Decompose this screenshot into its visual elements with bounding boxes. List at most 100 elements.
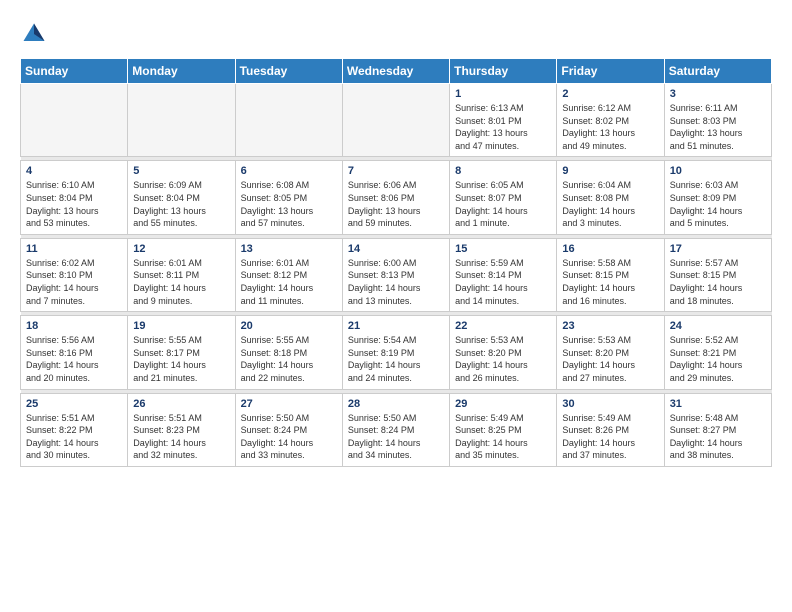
weekday-header: Thursday <box>450 59 557 84</box>
day-number: 6 <box>241 165 337 177</box>
day-info: Sunrise: 6:00 AM Sunset: 8:13 PM Dayligh… <box>348 257 444 307</box>
day-number: 8 <box>455 165 551 177</box>
day-number: 21 <box>348 320 444 332</box>
day-number: 13 <box>241 243 337 255</box>
calendar-cell: 27Sunrise: 5:50 AM Sunset: 8:24 PM Dayli… <box>235 393 342 466</box>
day-info: Sunrise: 5:53 AM Sunset: 8:20 PM Dayligh… <box>562 334 658 384</box>
calendar-cell: 9 Sunrise: 6:04 AM Sunset: 8:08 PM Daylig… <box>557 161 664 234</box>
calendar-cell: 25 Sunrise: 5:51 AM Sunset: 8:22 PM Dayli… <box>21 393 128 466</box>
day-number: 22 <box>455 320 551 332</box>
calendar-week-row: 11 Sunrise: 6:02 AM Sunset: 8:10 PM Dayli… <box>21 238 772 311</box>
calendar-cell: 13 Sunrise: 6:01 AM Sunset: 8:12 PM Dayli… <box>235 238 342 311</box>
calendar-cell <box>128 84 235 157</box>
day-number: 30 <box>562 398 658 410</box>
calendar-cell: 30Sunrise: 5:49 AM Sunset: 8:26 PM Dayli… <box>557 393 664 466</box>
day-number: 4 <box>26 165 122 177</box>
calendar-cell: 16 Sunrise: 5:58 AM Sunset: 8:15 PM Dayli… <box>557 238 664 311</box>
calendar-cell: 8 Sunrise: 6:05 AM Sunset: 8:07 PM Daylig… <box>450 161 557 234</box>
day-info: Sunrise: 5:56 AM Sunset: 8:16 PM Dayligh… <box>26 334 122 384</box>
calendar-cell: 2 Sunrise: 6:12 AM Sunset: 8:02 PM Daylig… <box>557 84 664 157</box>
day-number: 2 <box>562 88 658 100</box>
day-number: 28 <box>348 398 444 410</box>
day-info: Sunrise: 6:13 AM Sunset: 8:01 PM Dayligh… <box>455 102 551 152</box>
calendar-cell: 20 Sunrise: 5:55 AM Sunset: 8:18 PM Dayli… <box>235 316 342 389</box>
day-number: 14 <box>348 243 444 255</box>
calendar-cell: 5Sunrise: 6:09 AM Sunset: 8:04 PM Daylig… <box>128 161 235 234</box>
day-info: Sunrise: 5:57 AM Sunset: 8:15 PM Dayligh… <box>670 257 766 307</box>
calendar-week-row: 25 Sunrise: 5:51 AM Sunset: 8:22 PM Dayli… <box>21 393 772 466</box>
day-number: 11 <box>26 243 122 255</box>
day-number: 9 <box>562 165 658 177</box>
day-info: Sunrise: 5:55 AM Sunset: 8:17 PM Dayligh… <box>133 334 229 384</box>
weekday-header: Sunday <box>21 59 128 84</box>
calendar-cell: 17 Sunrise: 5:57 AM Sunset: 8:15 PM Dayli… <box>664 238 771 311</box>
calendar-cell <box>342 84 449 157</box>
day-number: 17 <box>670 243 766 255</box>
day-info: Sunrise: 6:02 AM Sunset: 8:10 PM Dayligh… <box>26 257 122 307</box>
day-info: Sunrise: 5:54 AM Sunset: 8:19 PM Dayligh… <box>348 334 444 384</box>
header <box>20 20 772 48</box>
day-info: Sunrise: 5:51 AM Sunset: 8:22 PM Dayligh… <box>26 412 122 462</box>
calendar-cell: 15 Sunrise: 5:59 AM Sunset: 8:14 PM Dayli… <box>450 238 557 311</box>
day-number: 27 <box>241 398 337 410</box>
day-number: 25 <box>26 398 122 410</box>
day-info: Sunrise: 6:08 AM Sunset: 8:05 PM Dayligh… <box>241 179 337 229</box>
weekday-header: Wednesday <box>342 59 449 84</box>
day-info: Sunrise: 5:59 AM Sunset: 8:14 PM Dayligh… <box>455 257 551 307</box>
day-number: 18 <box>26 320 122 332</box>
calendar-cell: 22 Sunrise: 5:53 AM Sunset: 8:20 PM Dayli… <box>450 316 557 389</box>
day-number: 1 <box>455 88 551 100</box>
calendar-cell: 7 Sunrise: 6:06 AM Sunset: 8:06 PM Daylig… <box>342 161 449 234</box>
day-number: 15 <box>455 243 551 255</box>
logo <box>20 20 54 48</box>
day-number: 12 <box>133 243 229 255</box>
day-info: Sunrise: 6:01 AM Sunset: 8:12 PM Dayligh… <box>241 257 337 307</box>
day-info: Sunrise: 6:05 AM Sunset: 8:07 PM Dayligh… <box>455 179 551 229</box>
day-number: 29 <box>455 398 551 410</box>
day-info: Sunrise: 5:51 AM Sunset: 8:23 PM Dayligh… <box>133 412 229 462</box>
page: SundayMondayTuesdayWednesdayThursdayFrid… <box>0 0 792 612</box>
calendar-week-row: 18 Sunrise: 5:56 AM Sunset: 8:16 PM Dayli… <box>21 316 772 389</box>
weekday-header: Tuesday <box>235 59 342 84</box>
day-info: Sunrise: 6:04 AM Sunset: 8:08 PM Dayligh… <box>562 179 658 229</box>
day-number: 19 <box>133 320 229 332</box>
day-info: Sunrise: 5:48 AM Sunset: 8:27 PM Dayligh… <box>670 412 766 462</box>
day-info: Sunrise: 5:53 AM Sunset: 8:20 PM Dayligh… <box>455 334 551 384</box>
calendar-cell: 26 Sunrise: 5:51 AM Sunset: 8:23 PM Dayli… <box>128 393 235 466</box>
calendar-cell: 12 Sunrise: 6:01 AM Sunset: 8:11 PM Dayli… <box>128 238 235 311</box>
calendar-cell <box>235 84 342 157</box>
calendar-cell: 31 Sunrise: 5:48 AM Sunset: 8:27 PM Dayli… <box>664 393 771 466</box>
day-number: 23 <box>562 320 658 332</box>
day-info: Sunrise: 5:55 AM Sunset: 8:18 PM Dayligh… <box>241 334 337 384</box>
day-number: 20 <box>241 320 337 332</box>
weekday-header: Saturday <box>664 59 771 84</box>
day-number: 7 <box>348 165 444 177</box>
calendar-cell: 11 Sunrise: 6:02 AM Sunset: 8:10 PM Dayli… <box>21 238 128 311</box>
day-info: Sunrise: 6:12 AM Sunset: 8:02 PM Dayligh… <box>562 102 658 152</box>
calendar-week-row: 4 Sunrise: 6:10 AM Sunset: 8:04 PM Daylig… <box>21 161 772 234</box>
calendar-week-row: 1 Sunrise: 6:13 AM Sunset: 8:01 PM Daylig… <box>21 84 772 157</box>
calendar-cell: 21 Sunrise: 5:54 AM Sunset: 8:19 PM Dayli… <box>342 316 449 389</box>
day-info: Sunrise: 6:03 AM Sunset: 8:09 PM Dayligh… <box>670 179 766 229</box>
day-number: 31 <box>670 398 766 410</box>
day-number: 26 <box>133 398 229 410</box>
day-info: Sunrise: 5:58 AM Sunset: 8:15 PM Dayligh… <box>562 257 658 307</box>
day-number: 10 <box>670 165 766 177</box>
day-info: Sunrise: 6:11 AM Sunset: 8:03 PM Dayligh… <box>670 102 766 152</box>
day-info: Sunrise: 6:06 AM Sunset: 8:06 PM Dayligh… <box>348 179 444 229</box>
calendar-cell: 3Sunrise: 6:11 AM Sunset: 8:03 PM Daylig… <box>664 84 771 157</box>
calendar-cell: 4 Sunrise: 6:10 AM Sunset: 8:04 PM Daylig… <box>21 161 128 234</box>
day-info: Sunrise: 6:10 AM Sunset: 8:04 PM Dayligh… <box>26 179 122 229</box>
day-info: Sunrise: 5:50 AM Sunset: 8:24 PM Dayligh… <box>348 412 444 462</box>
calendar-cell: 23 Sunrise: 5:53 AM Sunset: 8:20 PM Dayli… <box>557 316 664 389</box>
day-info: Sunrise: 5:52 AM Sunset: 8:21 PM Dayligh… <box>670 334 766 384</box>
day-number: 24 <box>670 320 766 332</box>
day-info: Sunrise: 6:01 AM Sunset: 8:11 PM Dayligh… <box>133 257 229 307</box>
calendar-cell: 10 Sunrise: 6:03 AM Sunset: 8:09 PM Dayli… <box>664 161 771 234</box>
calendar-cell <box>21 84 128 157</box>
calendar-cell: 6 Sunrise: 6:08 AM Sunset: 8:05 PM Daylig… <box>235 161 342 234</box>
calendar-cell: 1 Sunrise: 6:13 AM Sunset: 8:01 PM Daylig… <box>450 84 557 157</box>
day-number: 16 <box>562 243 658 255</box>
calendar: SundayMondayTuesdayWednesdayThursdayFrid… <box>20 58 772 467</box>
calendar-cell: 18 Sunrise: 5:56 AM Sunset: 8:16 PM Dayli… <box>21 316 128 389</box>
